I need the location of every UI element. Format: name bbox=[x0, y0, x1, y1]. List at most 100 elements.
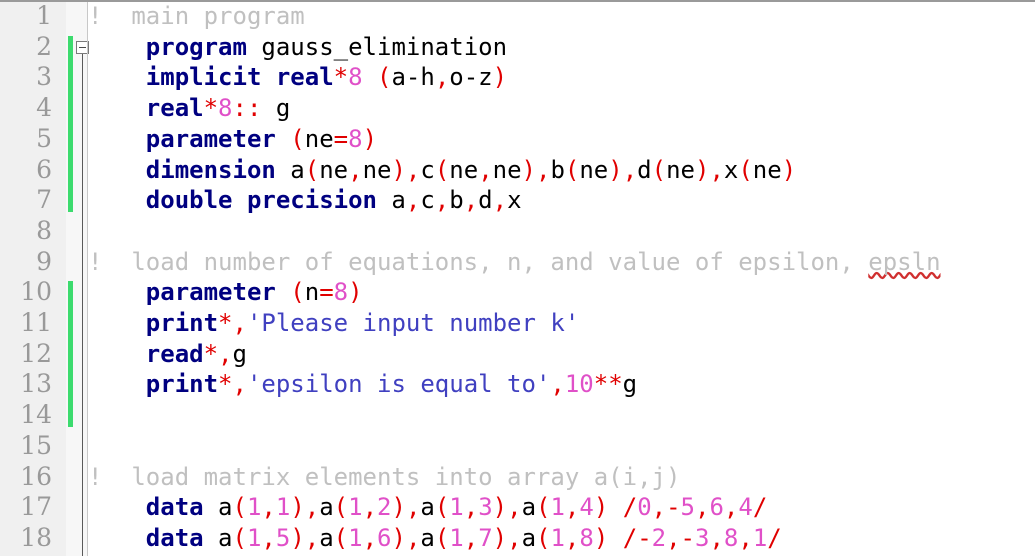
token-punct: ) bbox=[362, 124, 378, 153]
token-ident: ne bbox=[304, 124, 334, 153]
token-kw: program bbox=[145, 32, 247, 61]
code-line[interactable]: data a(1,1),a(1,2),a(1,3),a(1,4) /0,-5,6… bbox=[88, 492, 767, 523]
token-ident bbox=[88, 63, 146, 91]
line-number: 15 bbox=[20, 430, 52, 460]
token-ident: ne bbox=[362, 155, 392, 184]
token-punct: ) bbox=[290, 523, 305, 552]
token-punct: ) bbox=[593, 523, 609, 552]
token-num: 3 bbox=[478, 493, 493, 522]
token-punct: ) bbox=[781, 155, 797, 184]
code-line[interactable]: parameter (ne=8) bbox=[88, 124, 377, 155]
editor-gutter[interactable]: 1 2 3 4 5 6 7 8 9 10 11 12 13 14 15 16 17 18 bbox=[0, 1, 89, 556]
token-punct: , bbox=[709, 523, 724, 552]
code-line[interactable]: implicit real*8 (a-h,o-z) bbox=[88, 62, 507, 93]
token-ident bbox=[88, 125, 146, 153]
line-number: 6 bbox=[36, 154, 52, 184]
token-punct: , bbox=[261, 493, 276, 522]
line-number: 13 bbox=[20, 369, 52, 399]
token-ident: a-h bbox=[391, 63, 435, 92]
token-punct: , bbox=[463, 186, 479, 215]
code-editor[interactable]: 1 2 3 4 5 6 7 8 9 10 11 12 13 14 15 16 17 18 ! main progr… bbox=[0, 0, 1035, 556]
token-punct: ( bbox=[434, 155, 450, 184]
token-ident: d bbox=[637, 155, 652, 184]
token-ident: ne bbox=[492, 155, 522, 184]
token-num: 1 bbox=[752, 523, 768, 552]
token-punct: , bbox=[405, 523, 421, 552]
token-num: 1 bbox=[550, 523, 565, 552]
token-punct: , bbox=[478, 155, 493, 184]
line-number: 1 bbox=[36, 1, 52, 30]
token-punct: - bbox=[637, 523, 652, 552]
token-ident: d bbox=[478, 186, 493, 215]
token-num: 5 bbox=[680, 493, 695, 522]
token-num: 1 bbox=[275, 493, 291, 522]
code-line[interactable]: print*,'epsilon is equal to',10**g bbox=[88, 369, 637, 400]
token-num: 1 bbox=[348, 493, 363, 522]
code-line[interactable]: double precision a,c,b,d,x bbox=[88, 185, 522, 216]
vcs-change-bar[interactable] bbox=[68, 281, 73, 427]
token-kw: read bbox=[145, 339, 204, 368]
token-ident bbox=[608, 493, 622, 521]
code-line[interactable]: ! main program bbox=[88, 2, 305, 32]
token-ident: a bbox=[376, 186, 406, 215]
line-number: 8 bbox=[36, 215, 52, 245]
line-number: 11 bbox=[20, 308, 52, 337]
token-punct: , bbox=[362, 523, 378, 552]
code-content[interactable]: ! main program program gauss_elimination… bbox=[88, 2, 1035, 556]
token-ident: x bbox=[507, 186, 522, 215]
code-line[interactable]: program gauss_elimination bbox=[88, 32, 507, 63]
token-ident: a bbox=[203, 523, 233, 552]
token-kw: parameter bbox=[145, 278, 276, 307]
token-punct: ) bbox=[290, 493, 305, 522]
token-punct: , bbox=[348, 155, 363, 184]
token-ident bbox=[88, 156, 146, 184]
token-punct: , bbox=[218, 339, 233, 368]
token-ident bbox=[88, 524, 146, 552]
token-ident bbox=[276, 125, 290, 153]
token-punct: ) bbox=[521, 155, 536, 184]
token-num: 8 bbox=[348, 63, 363, 92]
token-comment: ! main program bbox=[88, 2, 305, 30]
token-ident: b bbox=[550, 155, 565, 184]
token-kw: dimension bbox=[145, 155, 276, 184]
code-line[interactable]: data a(1,5),a(1,6),a(1,7),a(1,8) /-2,-3,… bbox=[88, 523, 782, 554]
token-num: 10 bbox=[564, 370, 594, 399]
code-line[interactable]: dimension a(ne,ne),c(ne,ne),b(ne),d(ne),… bbox=[88, 155, 796, 186]
token-num: 8 bbox=[723, 523, 739, 552]
token-punct: ( bbox=[377, 63, 392, 92]
token-punct: , bbox=[405, 493, 421, 522]
token-kw: real bbox=[145, 94, 204, 123]
token-punct: * bbox=[203, 94, 219, 123]
vcs-change-bar[interactable] bbox=[68, 35, 73, 212]
line-number: 12 bbox=[20, 338, 52, 368]
token-num: 1 bbox=[246, 523, 262, 552]
token-punct: , bbox=[304, 493, 320, 522]
line-number: 4 bbox=[36, 93, 52, 123]
token-punct: , bbox=[463, 493, 479, 522]
code-line[interactable]: ! load number of equations, n, and value… bbox=[88, 247, 941, 278]
token-num: 1 bbox=[348, 523, 363, 552]
code-line[interactable]: real*8:: g bbox=[88, 93, 291, 124]
token-punct: , bbox=[564, 523, 580, 552]
token-punct: * bbox=[218, 309, 233, 337]
code-line[interactable]: parameter (n=8) bbox=[88, 277, 363, 308]
token-ident bbox=[88, 340, 146, 368]
token-ident bbox=[363, 63, 377, 91]
token-punct: ( bbox=[333, 493, 349, 522]
token-ident: x bbox=[723, 155, 739, 184]
code-line[interactable]: ! load matrix elements into array a(i,j) bbox=[88, 462, 680, 493]
token-punct: ( bbox=[564, 155, 580, 184]
token-num: 6 bbox=[377, 523, 392, 552]
token-num: 8 bbox=[218, 94, 233, 123]
token-punct: , bbox=[709, 155, 724, 184]
token-ident: g bbox=[622, 370, 638, 399]
token-punct: , bbox=[434, 63, 450, 92]
token-punct: ) bbox=[608, 155, 623, 184]
token-ident: ne bbox=[449, 155, 479, 184]
code-line[interactable]: print*,'Please input number k' bbox=[88, 308, 580, 339]
code-line[interactable]: read*,g bbox=[88, 339, 247, 370]
token-ident bbox=[88, 94, 146, 122]
token-str: 'epsilon is equal to' bbox=[246, 370, 551, 399]
token-kw: print bbox=[145, 370, 219, 399]
token-ident: a bbox=[319, 493, 334, 522]
